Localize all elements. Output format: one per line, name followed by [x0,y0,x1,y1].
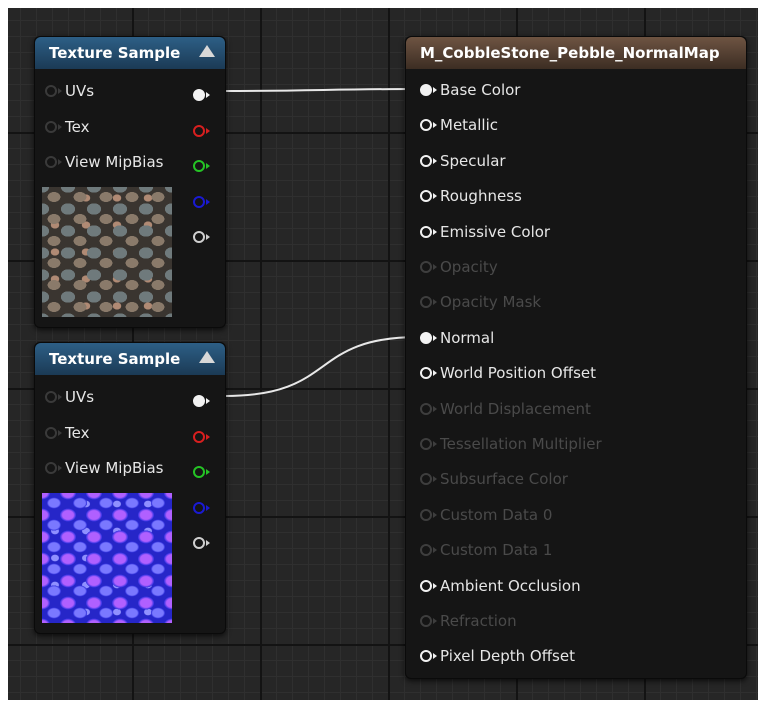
pin-label: World Position Offset [440,364,596,383]
input-view-mipbias[interactable]: View MipBias [45,152,163,172]
material-title: M_CobbleStone_Pebble_NormalMap [420,44,720,62]
pin-label: Emissive Color [440,222,551,241]
input-pin-icon[interactable] [420,225,437,238]
output-r-pin-icon[interactable] [193,431,210,443]
collapse-arrow-icon[interactable] [199,45,215,57]
output-a-pin-icon[interactable] [193,231,210,243]
node-header[interactable]: Texture Sample [35,343,225,375]
input-pin-icon [420,402,437,415]
pin-label: Refraction [440,612,517,630]
material-input-normal[interactable]: Normal [420,328,494,348]
input-pin-icon[interactable] [420,367,437,380]
output-r-pin-icon[interactable] [193,125,210,137]
material-input-roughness[interactable]: Roughness [420,186,522,206]
material-input-custom-data-1[interactable]: Custom Data 1 [420,540,552,560]
material-input-base-color[interactable]: Base Color [420,80,520,100]
input-pin-icon [420,438,437,450]
output-b-pin-icon[interactable] [193,502,210,514]
material-input-ambient-occlusion[interactable]: Ambient Occlusion [420,576,581,596]
pin-label: Roughness [440,187,522,206]
material-input-pixel-depth-offset[interactable]: Pixel Depth Offset [420,646,575,666]
material-input-world-displacement[interactable]: World Displacement [420,399,591,419]
node-title: Texture Sample [49,350,181,368]
input-pin-icon [420,261,437,273]
output-rgb-pin-icon[interactable] [193,89,210,101]
pin-label: World Displacement [440,399,591,418]
pin-label: Opacity [440,258,498,276]
input-pin-icon [420,615,437,627]
output-rgb-pin-icon[interactable] [193,395,210,407]
output-g-pin-icon[interactable] [193,466,210,478]
node-title: Texture Sample [49,44,181,62]
material-input-metallic[interactable]: Metallic [420,115,498,135]
material-input-opacity-mask[interactable]: Opacity Mask [420,292,541,312]
pin-label: Subsurface Color [440,470,568,489]
wire-normal[interactable] [224,336,420,397]
input-pin-icon[interactable] [45,85,62,97]
node-header[interactable]: M_CobbleStone_Pebble_NormalMap [406,37,746,69]
material-graph-canvas[interactable]: Texture Sample UVs Tex View MipBias Text… [8,8,758,700]
input-pin-icon [420,473,437,486]
input-pin-icon[interactable] [45,391,62,403]
pin-label: Metallic [440,116,498,135]
input-pin-icon[interactable] [420,331,437,344]
material-input-opacity[interactable]: Opacity [420,257,498,277]
pin-label: Custom Data 1 [440,541,553,560]
material-result-node[interactable]: M_CobbleStone_Pebble_NormalMap Base Colo… [405,36,747,679]
input-pin-icon[interactable] [420,579,437,592]
input-pin-icon [420,508,437,521]
input-pin-icon[interactable] [420,84,437,96]
material-input-tessellation-multiplier[interactable]: Tessellation Multiplier [420,434,602,454]
output-g-pin-icon[interactable] [193,160,210,172]
input-pin-icon[interactable] [420,650,437,663]
texture-sample-node-normal[interactable]: Texture Sample UVs Tex View MipBias [34,342,226,634]
output-b-pin-icon[interactable] [193,196,210,208]
material-input-subsurface-color[interactable]: Subsurface Color [420,469,568,489]
input-pin-icon[interactable] [45,462,62,474]
pin-label: Specular [440,151,506,170]
input-pin-icon[interactable] [420,190,437,203]
wire-base-color[interactable] [224,88,420,92]
input-view-mipbias[interactable]: View MipBias [45,458,163,478]
input-pin-icon [420,296,437,309]
pin-label: Normal [440,328,495,347]
input-uvs[interactable]: UVs [45,81,94,101]
pin-label: Pixel Depth Offset [440,647,575,666]
input-pin-icon[interactable] [45,427,62,439]
input-tex[interactable]: Tex [45,117,89,137]
pin-label: Base Color [440,81,521,99]
pin-label: Opacity Mask [440,293,542,312]
cobblestone-normal-preview [42,493,172,623]
input-pin-icon[interactable] [420,119,437,132]
input-pin-icon[interactable] [45,121,62,133]
pin-label: Custom Data 0 [440,505,553,524]
material-input-world-position-offset[interactable]: World Position Offset [420,363,596,383]
input-uvs[interactable]: UVs [45,387,94,407]
material-input-custom-data-0[interactable]: Custom Data 0 [420,505,552,525]
output-a-pin-icon[interactable] [193,537,210,549]
pin-label: Tessellation Multiplier [440,435,602,453]
collapse-arrow-icon[interactable] [199,351,215,363]
material-input-emissive-color[interactable]: Emissive Color [420,222,550,242]
input-pin-icon[interactable] [420,154,437,167]
input-tex[interactable]: Tex [45,423,89,443]
input-pin-icon [420,544,437,557]
input-pin-icon[interactable] [45,156,62,168]
pin-label: Ambient Occlusion [440,576,581,595]
texture-sample-node-base-color[interactable]: Texture Sample UVs Tex View MipBias [34,36,226,328]
material-input-refraction[interactable]: Refraction [420,611,517,631]
cobblestone-color-preview [42,187,172,317]
material-input-specular[interactable]: Specular [420,151,506,171]
node-header[interactable]: Texture Sample [35,37,225,69]
